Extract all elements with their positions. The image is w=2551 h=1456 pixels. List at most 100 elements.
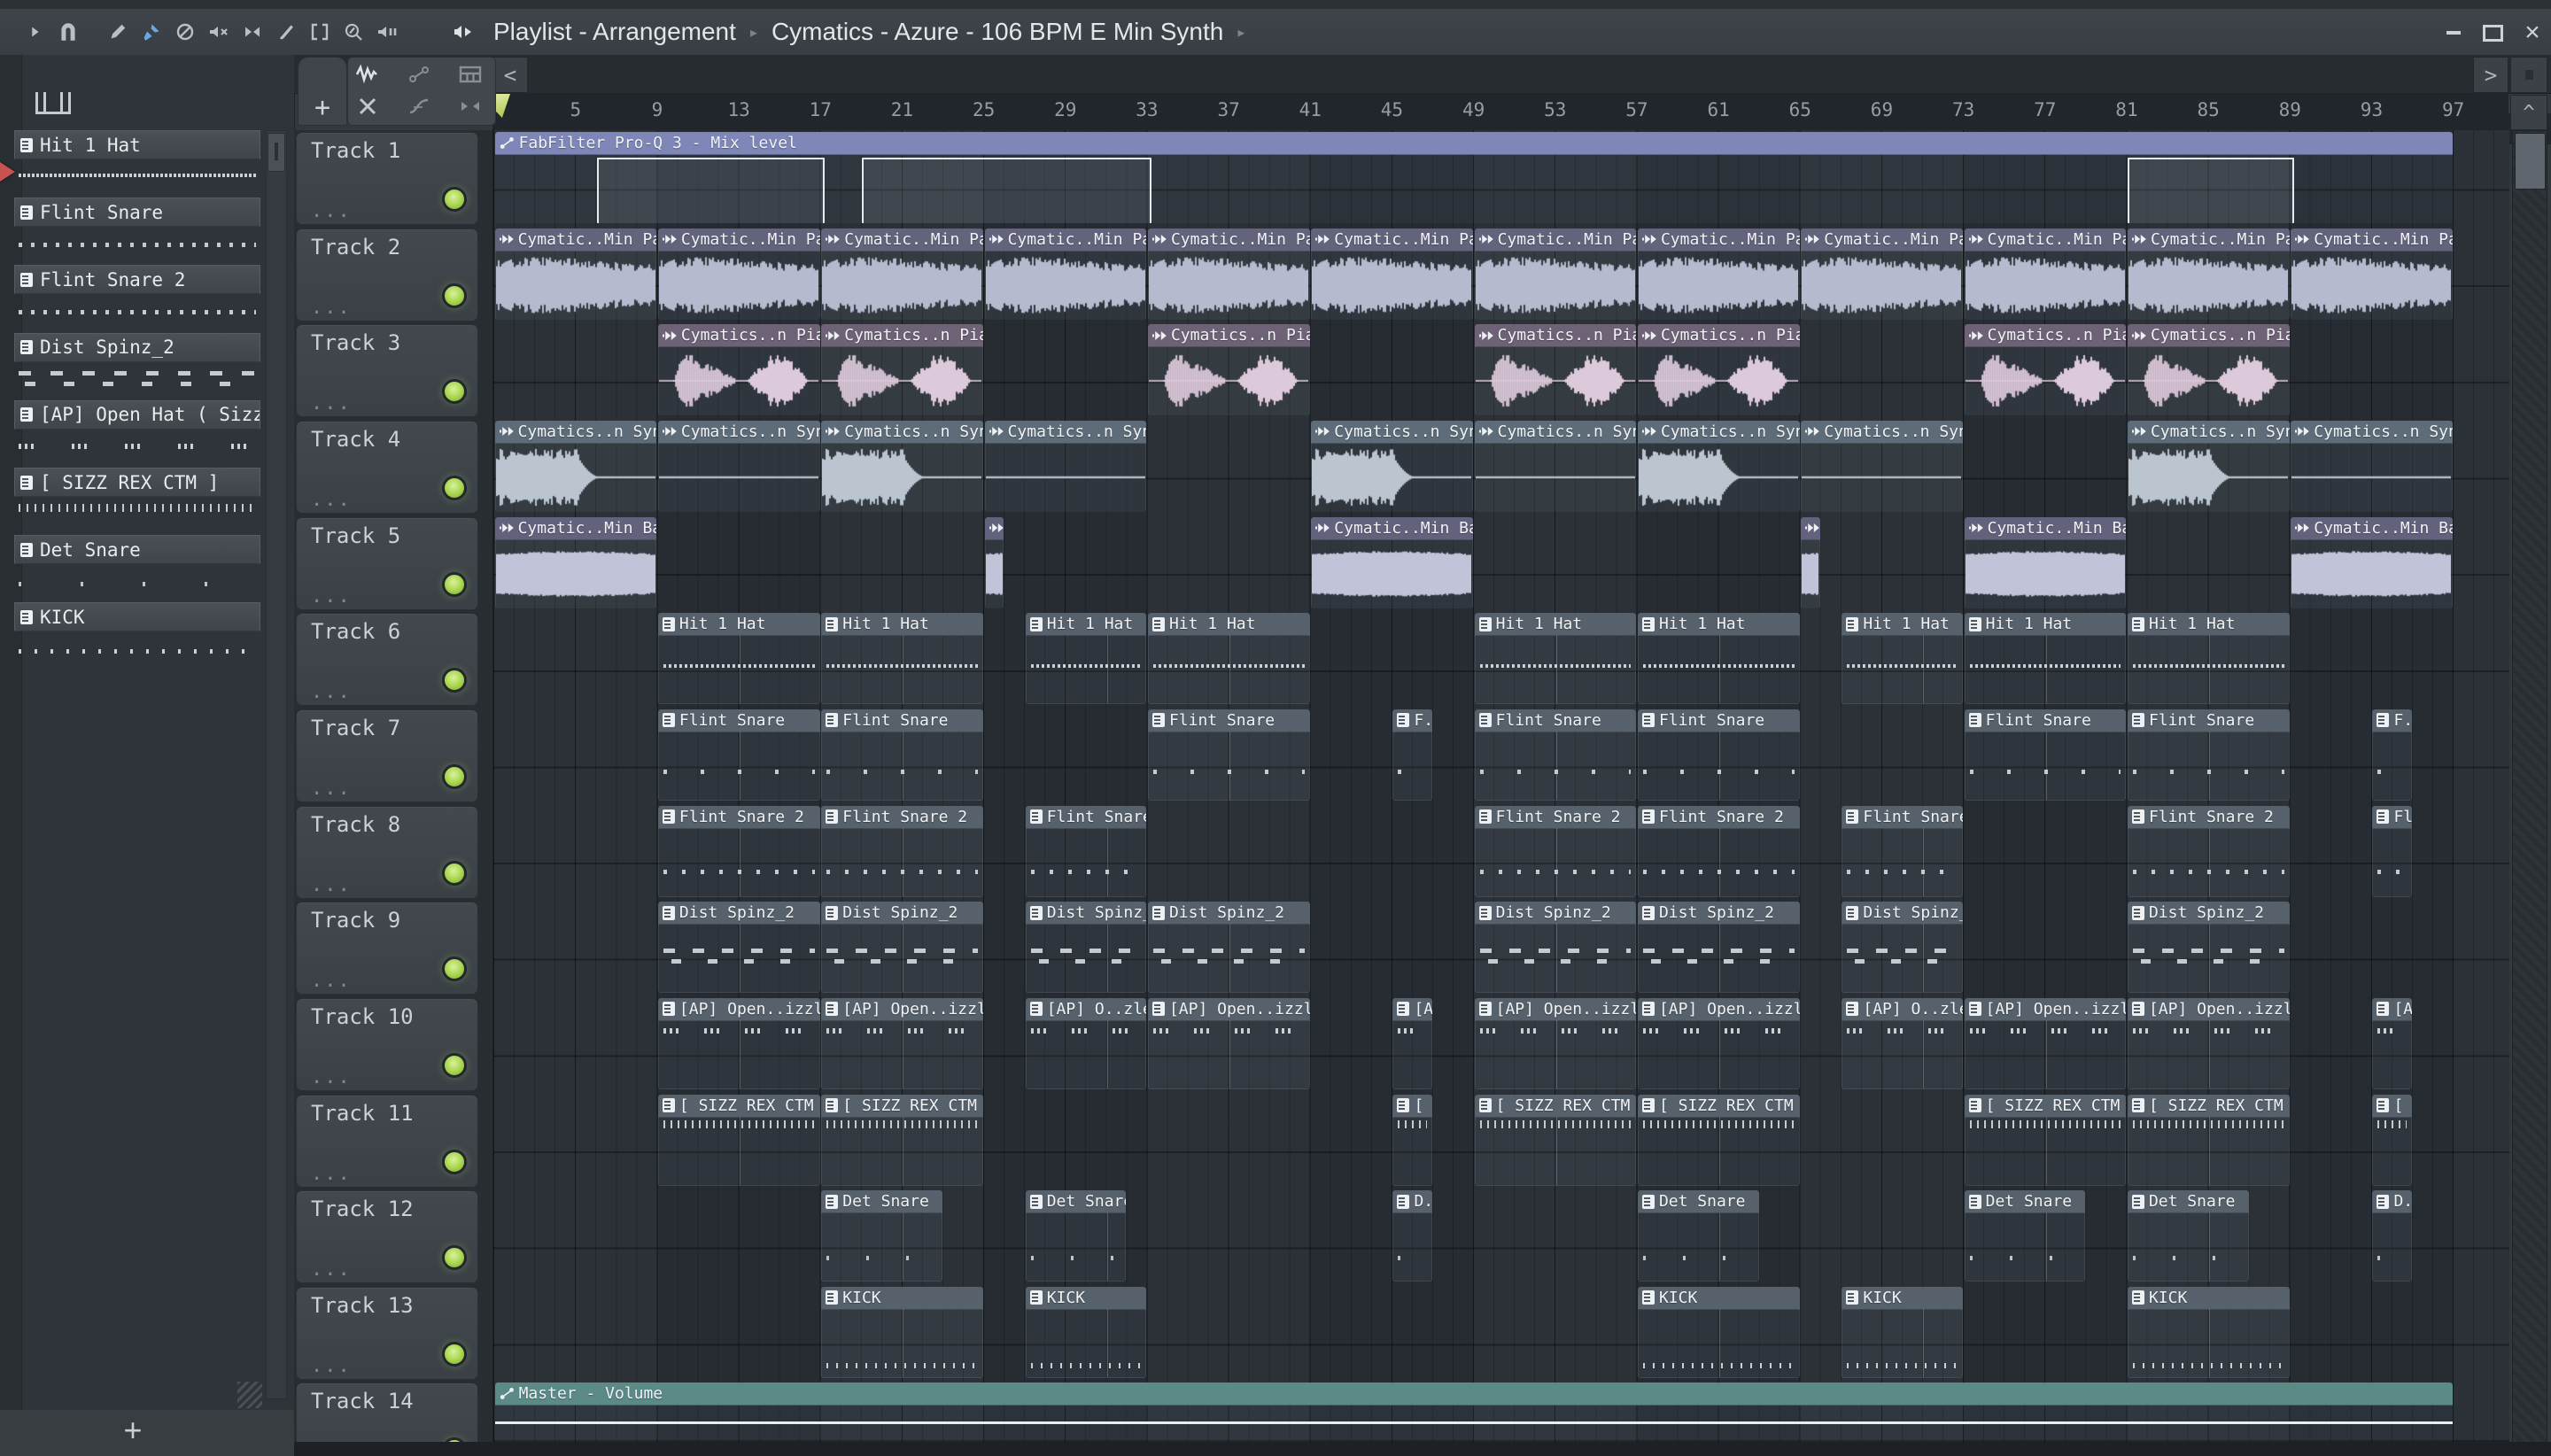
pattern-clip[interactable]: [ SIZZ REX CTM ] <box>2127 1094 2290 1186</box>
window-title-left[interactable]: Playlist - Arrangement <box>493 18 736 46</box>
slice-icon[interactable] <box>269 14 303 50</box>
maximize-button[interactable] <box>2477 21 2508 44</box>
pattern-title[interactable]: KICK <box>14 602 260 632</box>
pencil-icon[interactable] <box>101 14 135 50</box>
stretch-h-icon[interactable] <box>453 91 488 121</box>
track-header[interactable]: Track 5... <box>296 516 478 610</box>
pattern-clip[interactable]: [AP] Open..izzle ) <box>1964 997 2127 1089</box>
zoom-icon[interactable] <box>337 14 370 50</box>
pattern-clip[interactable]: Det Snare <box>821 1190 943 1282</box>
pattern-list-item[interactable]: Flint Snare <box>14 197 260 263</box>
pattern-clip[interactable]: [ SIZZ REX CTM ] <box>821 1094 984 1186</box>
audio-clip[interactable]: Cymatics..n Synth <box>821 420 984 512</box>
pattern-clip[interactable]: [AP] Open..izzle ) <box>1474 997 1637 1089</box>
audio-clip[interactable]: Cymatic..Min Bass <box>494 516 657 608</box>
pattern-title[interactable]: Flint Snare <box>14 197 260 228</box>
track-header[interactable]: Track 3... <box>296 324 478 418</box>
track-resize-dots[interactable]: ... <box>311 1163 352 1185</box>
stretch-icon[interactable] <box>236 14 269 50</box>
pattern-clip[interactable]: Hit 1 Hat <box>1842 613 1964 705</box>
pattern-clip[interactable]: Flint Snare 2 <box>1474 805 1637 897</box>
picker-resize-grip[interactable] <box>237 1382 262 1408</box>
pattern-clip[interactable]: Dist Spinz_2 <box>1637 902 1800 994</box>
audio-clip[interactable]: Cymatics..n Piano <box>1964 324 2127 416</box>
audio-clip[interactable]: Cymatic..Min Bass <box>1964 516 2127 608</box>
preview-icon[interactable] <box>370 14 404 50</box>
audio-clip[interactable]: Cymatics..n Piano <box>821 324 984 416</box>
pattern-clip[interactable]: Det Snare <box>1025 1190 1127 1282</box>
pattern-title[interactable]: Flint Snare 2 <box>14 265 260 295</box>
track-header[interactable]: Track 4... <box>296 420 478 514</box>
pattern-title[interactable]: Hit 1 Hat <box>14 130 260 159</box>
pattern-clip[interactable]: KICK <box>1637 1286 1800 1378</box>
track-mute-led[interactable] <box>442 283 467 308</box>
pattern-clip[interactable]: [AP] Open..izzle ) <box>2127 997 2290 1089</box>
track-mute-led[interactable] <box>442 475 467 500</box>
track-header[interactable]: Track 9... <box>296 902 478 995</box>
pattern-clip[interactable]: Flint Snare 2 <box>1025 805 1147 897</box>
audio-clip[interactable]: Cymatics..n Synth <box>1637 420 1800 512</box>
pattern-clip[interactable]: [AP] Open..izzle ) <box>821 997 984 1089</box>
pattern-clip[interactable]: KICK <box>2127 1286 2290 1378</box>
track-resize-dots[interactable]: ... <box>311 1066 352 1088</box>
audio-clip[interactable]: Cymatics..n Piano <box>1147 324 1310 416</box>
track-resize-dots[interactable]: ... <box>311 489 352 511</box>
pattern-clip[interactable]: Flint Snare <box>2127 709 2290 801</box>
pattern-list-item[interactable]: [AP] Open Hat ( Sizzle ) <box>14 399 260 466</box>
pattern-title[interactable]: [AP] Open Hat ( Sizzle ) <box>14 399 260 430</box>
audio-clip[interactable]: Cymatics..n Synth <box>1474 420 1637 512</box>
pattern-clip[interactable]: Det Snare <box>2127 1190 2249 1282</box>
track-header[interactable]: Track 6... <box>296 613 478 707</box>
track-mute-led[interactable] <box>442 860 467 886</box>
pattern-clip[interactable]: Hit 1 Hat <box>2127 613 2290 705</box>
picker-panel-icon[interactable] <box>35 92 71 114</box>
pattern-clip[interactable]: Dist Spinz_2 <box>1147 902 1310 994</box>
pattern-clip[interactable]: [AP] O..zle ) <box>1842 997 1964 1089</box>
slide-icon[interactable] <box>401 91 437 121</box>
pattern-clip[interactable]: Dist Spinz_2 <box>1474 902 1637 994</box>
pattern-clip[interactable]: [AP] O..zle ) <box>1025 997 1147 1089</box>
track-resize-dots[interactable]: ... <box>311 970 352 992</box>
track-mute-led[interactable] <box>442 763 467 789</box>
arrow-icon[interactable] <box>18 14 51 50</box>
audio-clip[interactable]: Cymatic..Min Pad <box>1637 228 1800 320</box>
pattern-clip[interactable]: Dist Spinz_2 <box>821 902 984 994</box>
vertical-scrollbar[interactable] <box>2512 130 2547 1444</box>
audio-clip[interactable]: Cymatics..n Piano <box>2127 324 2290 416</box>
pattern-clip[interactable]: Hit 1 Hat <box>1964 613 2127 705</box>
audio-clip[interactable]: Cymatic..Min Pad <box>1964 228 2127 320</box>
pattern-clip[interactable]: [AP..) <box>2372 997 2413 1089</box>
magnet-icon[interactable] <box>51 14 85 50</box>
track-resize-dots[interactable]: ... <box>311 392 352 414</box>
audio-clip[interactable]: Cymatics..n Piano <box>1637 324 1800 416</box>
pattern-clip[interactable]: [ SIZZ REX CTM ] <box>657 1094 820 1186</box>
pattern-title[interactable]: Det Snare <box>14 535 260 565</box>
pattern-clip[interactable]: Hit 1 Hat <box>657 613 820 705</box>
track-resize-dots[interactable]: ... <box>311 681 352 703</box>
pattern-list-item[interactable]: KICK <box>14 602 260 668</box>
pattern-clip[interactable]: F..re <box>2372 709 2413 801</box>
pattern-clip[interactable]: [ SIZZ REX CTM ] <box>1474 1094 1637 1186</box>
track-mute-led[interactable] <box>442 1245 467 1271</box>
pattern-clip[interactable]: Det Snare <box>1964 1190 2086 1282</box>
pattern-clip[interactable]: F..re <box>1392 709 1433 801</box>
pattern-list-item[interactable]: [ SIZZ REX CTM ] <box>14 468 260 533</box>
automation-curve-icon[interactable] <box>401 59 437 89</box>
track-mute-led[interactable] <box>442 1052 467 1078</box>
audio-clip[interactable]: Cymatic..Min Pad <box>494 228 657 320</box>
pattern-list-item[interactable]: Dist Spinz_2 <box>14 332 260 399</box>
playlist-grid[interactable]: FabFilter Pro-Q 3 - Mix level Cymatic..Mi… <box>492 130 2509 1442</box>
select-icon[interactable] <box>303 14 337 50</box>
pattern-clip[interactable]: KICK <box>1842 1286 1964 1378</box>
window-title-right[interactable]: Cymatics - Azure - 106 BPM E Min Synth <box>772 18 1223 46</box>
audio-clip[interactable]: .. <box>1801 516 1820 608</box>
pattern-clip[interactable]: Dist Spinz_2 <box>1842 902 1964 994</box>
track-resize-dots[interactable]: ... <box>311 778 352 800</box>
audio-clip[interactable]: Cymatic..Min Pad <box>1147 228 1310 320</box>
pattern-clip[interactable]: KICK <box>1025 1286 1147 1378</box>
pattern-clip[interactable]: Dist Spinz_2 <box>2127 902 2290 994</box>
playlist-bottom-scrollbar[interactable] <box>294 1442 2551 1456</box>
pattern-clip[interactable]: Fl..2 <box>2372 805 2413 897</box>
pattern-clip[interactable]: Det Snare <box>1637 1190 1759 1282</box>
track-mute-led[interactable] <box>442 571 467 597</box>
